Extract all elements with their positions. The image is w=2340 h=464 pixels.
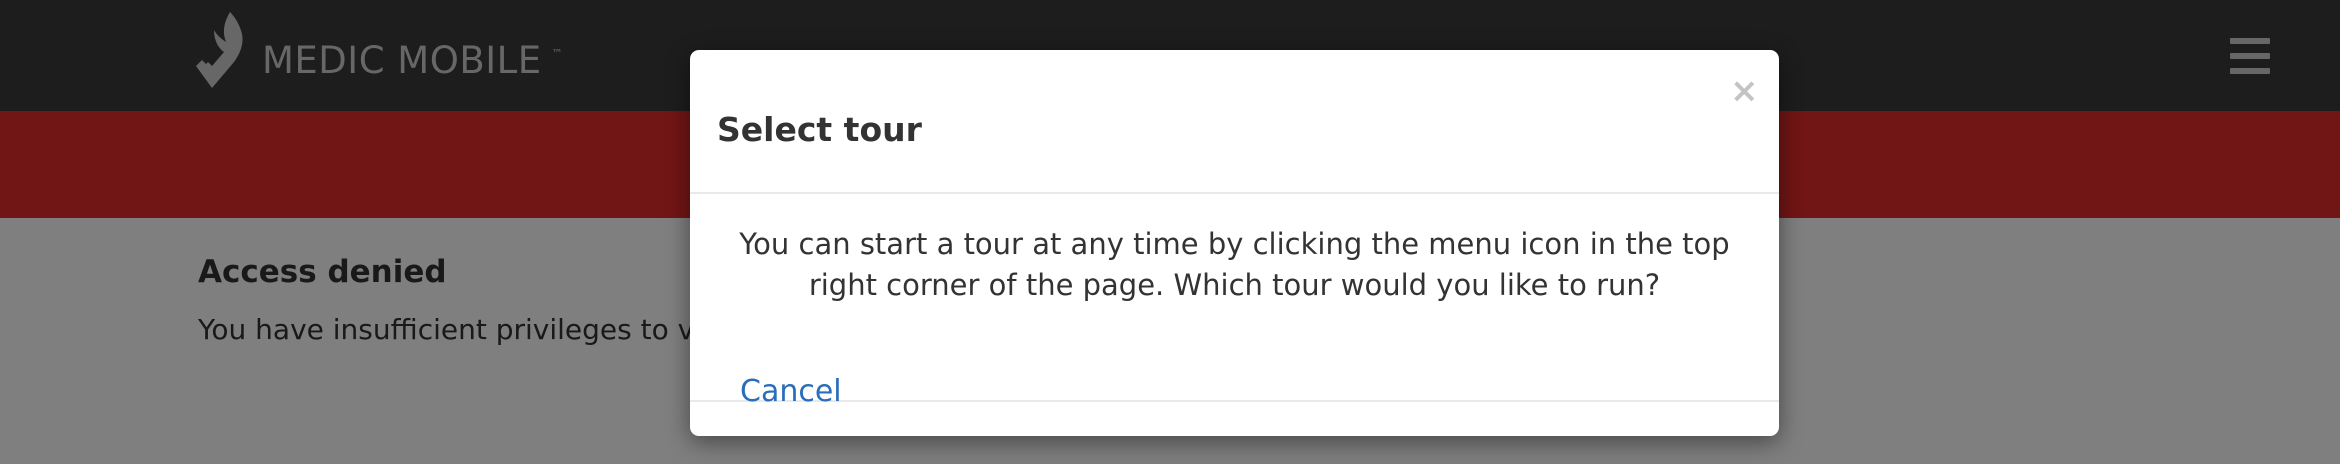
modal-title: Select tour	[717, 110, 922, 149]
modal-message: You can start a tour at any time by clic…	[739, 227, 1730, 302]
select-tour-modal: Select tour × You can start a tour at an…	[690, 50, 1779, 436]
modal-header: Select tour ×	[690, 50, 1779, 194]
close-icon[interactable]: ×	[1730, 74, 1759, 108]
modal-footer: Cancel	[690, 352, 1779, 436]
cancel-button[interactable]: Cancel	[740, 374, 842, 409]
